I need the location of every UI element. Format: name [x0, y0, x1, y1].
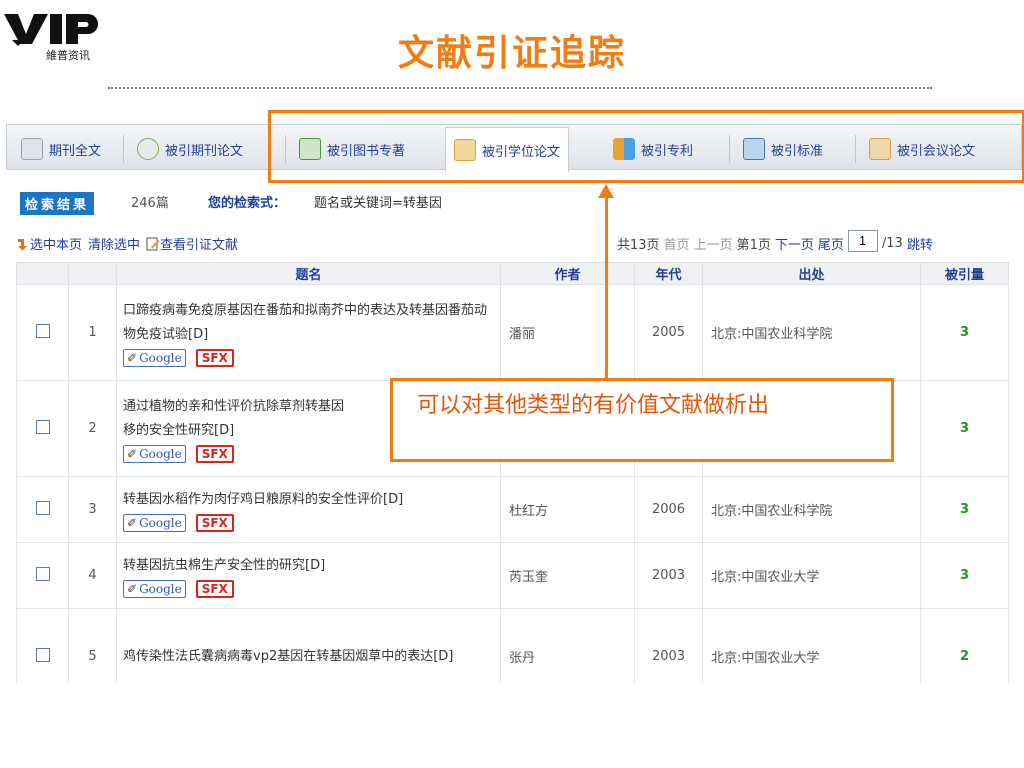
- view-citations-link[interactable]: 查看引证文献: [146, 234, 238, 253]
- row-author[interactable]: 芮玉奎: [500, 542, 635, 609]
- row-checkbox[interactable]: [35, 566, 50, 581]
- row-cited-count[interactable]: 3: [920, 284, 1009, 381]
- sfx-link-button[interactable]: SFX: [195, 513, 234, 532]
- sfx-link-button[interactable]: SFX: [195, 348, 234, 367]
- sfx-link-button[interactable]: SFX: [195, 444, 234, 463]
- page-bottom-whitespace: [0, 683, 1024, 768]
- page-total: 共13页: [617, 238, 660, 253]
- title-divider: [108, 87, 932, 89]
- row-title-link[interactable]: 转基因水稻作为肉仔鸡日粮原料的安全性评价[D]: [123, 488, 494, 512]
- clear-selection-link[interactable]: 清除选中: [88, 234, 140, 253]
- column-title[interactable]: 题名: [116, 262, 501, 285]
- page-of-total: /13: [881, 236, 903, 251]
- row-checkbox[interactable]: [35, 419, 50, 434]
- pen-icon: ✐: [127, 515, 138, 530]
- table-row: 4 转基因抗虫棉生产安全性的研究[D] ✐ Google SFX 芮玉奎 2003…: [16, 542, 1009, 609]
- pen-icon: ✐: [127, 350, 138, 365]
- last-page-link[interactable]: 尾页: [818, 234, 844, 253]
- row-source: 北京:中国农业大学: [702, 542, 921, 609]
- row-year: 2005: [634, 284, 703, 381]
- row-number: 3: [68, 476, 117, 543]
- row-number: 4: [68, 542, 117, 609]
- document-icon: [21, 138, 43, 160]
- column-author[interactable]: 作者: [500, 262, 635, 285]
- row-author[interactable]: 杜红方: [500, 476, 635, 543]
- tab-label: 期刊全文: [49, 143, 102, 159]
- pagination: 共13页 首页 上一页 第1页 下一页 尾页 /13 跳转: [617, 229, 933, 253]
- google-link-button[interactable]: ✐ Google: [123, 579, 186, 598]
- column-year[interactable]: 年代: [634, 262, 703, 285]
- row-author[interactable]: 潘丽: [500, 284, 635, 381]
- check-disc-icon: [137, 138, 159, 160]
- row-checkbox[interactable]: [35, 500, 50, 515]
- row-year: 2003: [634, 542, 703, 609]
- select-arrow-icon: [18, 238, 27, 250]
- row-title-link[interactable]: 口蹄疫病毒免疫原基因在番茄和拟南芥中的表达及转基因番茄动物免疫试验[D]: [123, 299, 494, 347]
- row-title-link[interactable]: 转基因抗虫棉生产安全性的研究[D]: [123, 554, 494, 578]
- tab-journal-fulltext[interactable]: 期刊全文: [13, 129, 109, 169]
- page-number-input[interactable]: [847, 229, 878, 252]
- query-value: 题名或关键词=转基因: [314, 196, 442, 211]
- row-year: 2006: [634, 476, 703, 543]
- row-cited-count[interactable]: 3: [920, 476, 1009, 543]
- tabs-highlight-box: [268, 110, 1024, 183]
- arrow-up-icon: [598, 184, 614, 198]
- row-checkbox[interactable]: [35, 647, 50, 662]
- table-row: 3 转基因水稻作为肉仔鸡日粮原料的安全性评价[D] ✐ Google SFX 杜红…: [16, 476, 1009, 543]
- row-source: 北京:中国农业科学院: [702, 476, 921, 543]
- row-cited-count[interactable]: 3: [920, 380, 1009, 477]
- edit-doc-icon: [146, 237, 160, 250]
- table-row: 1 口蹄疫病毒免疫原基因在番茄和拟南芥中的表达及转基因番茄动物免疫试验[D] ✐…: [16, 284, 1009, 381]
- result-label: 检索结果: [20, 192, 95, 215]
- row-cited-count[interactable]: 3: [920, 542, 1009, 609]
- annotation-arrow-line: [605, 196, 608, 380]
- first-page-link[interactable]: 首页: [664, 234, 690, 253]
- row-number: 2: [68, 380, 117, 477]
- pen-icon: ✐: [127, 581, 138, 596]
- page-title: 文献引证追踪: [397, 33, 626, 74]
- select-page-link[interactable]: 选中本页: [16, 234, 82, 253]
- jump-button[interactable]: 跳转: [907, 234, 933, 253]
- pen-icon: ✐: [127, 446, 138, 461]
- query-label: 您的检索式：: [208, 196, 287, 211]
- result-toolbar: 选中本页 清除选中 查看引证文献: [16, 234, 238, 253]
- row-number: 1: [68, 284, 117, 381]
- row-title-link[interactable]: 鸡传染性法氏囊病病毒vp2基因在转基因烟草中的表达[D]: [123, 645, 494, 669]
- google-link-button[interactable]: ✐ Google: [123, 348, 186, 367]
- prev-page-link[interactable]: 上一页: [694, 234, 733, 253]
- sfx-link-button[interactable]: SFX: [195, 579, 234, 598]
- results-table: 题名 作者 年代 出处 被引量 1 口蹄疫病毒免疫原基因在番茄和拟南芥中的表达及…: [16, 262, 1009, 705]
- table-header-row: 题名 作者 年代 出处 被引量: [16, 262, 1009, 285]
- row-checkbox[interactable]: [35, 323, 50, 338]
- row-source: 北京:中国农业科学院: [702, 284, 921, 381]
- column-source[interactable]: 出处: [702, 262, 921, 285]
- google-link-button[interactable]: ✐ Google: [123, 513, 186, 532]
- current-page: 第1页: [736, 238, 771, 253]
- tab-label: 被引期刊论文: [165, 143, 244, 159]
- annotation-callout: 可以对其他类型的有价值文献做析出: [390, 378, 894, 462]
- google-link-button[interactable]: ✐ Google: [123, 444, 186, 463]
- result-count: 246篇: [131, 196, 169, 211]
- column-cited[interactable]: 被引量: [920, 262, 1009, 285]
- tab-cited-journal-papers[interactable]: 被引期刊论文: [129, 129, 251, 169]
- next-page-link[interactable]: 下一页: [775, 234, 814, 253]
